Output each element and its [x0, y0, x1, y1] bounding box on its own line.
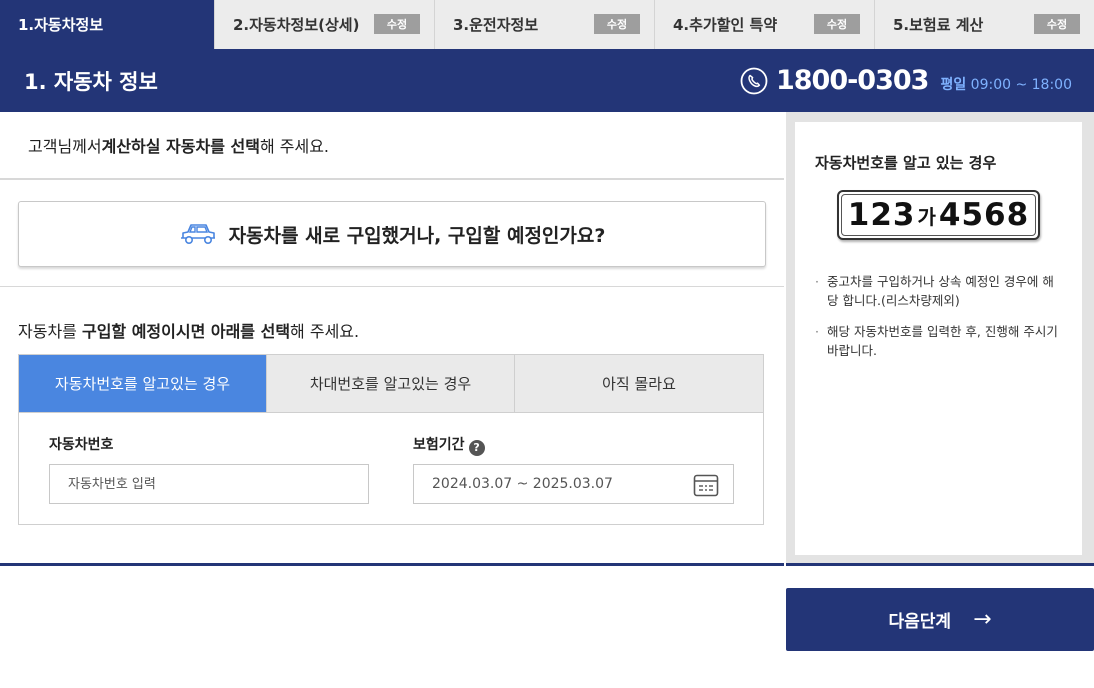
- note-item: 중고차를 구입하거나 상속 예정인 경우에 해당 합니다.(리스차량제외): [815, 272, 1065, 310]
- car-icon: [180, 224, 215, 245]
- plate-form: 자동차번호 보험기간? 2024.03.07 ~ 2025.03.07: [18, 413, 764, 525]
- plate-number-field[interactable]: [49, 464, 369, 504]
- side-panel: 자동차번호를 알고 있는 경우 123가4568 중고차를 구입하거나 상속 예…: [786, 112, 1094, 566]
- contact-info: 1800-0303 평일 09:00 ~ 18:00: [740, 49, 1072, 112]
- new-car-area: 자동차를 새로 구입했거나, 구입할 예정인가요?: [0, 180, 784, 287]
- edit-badge[interactable]: 수정: [814, 14, 860, 34]
- hours-prefix: 평일: [940, 76, 967, 93]
- select-prompt-post: 해 주세요.: [290, 322, 360, 341]
- select-prompt-pre: 자동차를: [18, 322, 82, 341]
- side-panel-title: 자동차번호를 알고 있는 경우: [815, 154, 997, 172]
- phone-icon: [740, 67, 768, 94]
- next-step-button[interactable]: 다음단계 →: [786, 588, 1094, 651]
- step-tab-label: 5.보험료 계산: [893, 16, 984, 34]
- intro-bold: 계산하실 자동차를 선택: [101, 137, 260, 156]
- step-tab-label: 1.자동차정보: [18, 16, 104, 34]
- select-prompt-bold: 구입할 예정이시면 아래를 선택: [81, 322, 291, 341]
- tab-unknown[interactable]: 아직 몰라요: [515, 355, 763, 412]
- option-tabs: 자동차번호를 알고있는 경우 차대번호를 알고있는 경우 아직 몰라요: [18, 354, 764, 413]
- step-tab-3[interactable]: 3.운전자정보 수정: [435, 0, 655, 49]
- tab-know-plate-number[interactable]: 자동차번호를 알고있는 경우: [19, 355, 267, 412]
- edit-badge[interactable]: 수정: [594, 14, 640, 34]
- new-car-button-label: 자동차를 새로 구입했거나, 구입할 예정인가요?: [228, 224, 606, 247]
- step-tab-2[interactable]: 2.자동차정보(상세) 수정: [215, 0, 435, 49]
- intro-pre: 고객님께서: [28, 137, 102, 156]
- insurance-period-field[interactable]: 2024.03.07 ~ 2025.03.07: [413, 464, 734, 504]
- tab-know-vin[interactable]: 차대번호를 알고있는 경우: [267, 355, 515, 412]
- plate-num-2: 4568: [938, 197, 1030, 233]
- next-step-label: 다음단계: [888, 612, 952, 632]
- step-tab-label: 2.자동차정보(상세): [233, 16, 360, 34]
- note-item: 해당 자동차번호를 입력한 후, 진행해 주시기 바랍니다.: [815, 322, 1065, 360]
- calendar-icon[interactable]: [693, 473, 719, 497]
- plate-num-1: 123: [847, 197, 916, 233]
- step-tab-4[interactable]: 4.추가할인 특약 수정: [655, 0, 875, 49]
- license-plate-example: 123 가 4568: [837, 190, 1040, 240]
- intro-post: 해 주세요.: [259, 137, 330, 156]
- step-tabs: 1.자동차정보 2.자동차정보(상세) 수정 3.운전자정보 수정 4.추가할인…: [0, 0, 1094, 49]
- business-hours: 평일 09:00 ~ 18:00: [940, 74, 1072, 94]
- plate-number-input[interactable]: [68, 476, 368, 492]
- edit-badge[interactable]: 수정: [374, 14, 420, 34]
- license-plate-text: 123 가 4568: [841, 194, 1036, 236]
- help-icon[interactable]: ?: [468, 439, 485, 456]
- insurance-period-label-text: 보험기간: [413, 437, 465, 453]
- page-title: 1. 자동차 정보: [24, 69, 158, 94]
- insurance-period-value: 2024.03.07 ~ 2025.03.07: [432, 476, 613, 492]
- side-notes: 중고차를 구입하거나 상속 예정인 경우에 해당 합니다.(리스차량제외) 해당…: [815, 272, 1065, 372]
- step-tab-5[interactable]: 5.보험료 계산 수정: [875, 0, 1094, 49]
- intro-text: 고객님께서 계산하실 자동차를 선택 해 주세요.: [0, 112, 784, 180]
- new-car-button[interactable]: 자동차를 새로 구입했거나, 구입할 예정인가요?: [18, 201, 766, 267]
- side-panel-card: 자동차번호를 알고 있는 경우 123가4568 중고차를 구입하거나 상속 예…: [795, 122, 1082, 555]
- arrow-right-icon: →: [973, 607, 992, 632]
- plate-number-label: 자동차번호: [49, 437, 114, 453]
- select-prompt: 자동차를 구입할 예정이시면 아래를 선택해 주세요.: [18, 318, 359, 342]
- step-tab-label: 4.추가할인 특약: [673, 16, 778, 34]
- step-tab-1[interactable]: 1.자동차정보: [0, 0, 215, 49]
- plate-kor: 가: [917, 204, 937, 229]
- main-content: 고객님께서 계산하실 자동차를 선택 해 주세요. 자동차를 새로 구입했거나, …: [0, 112, 784, 566]
- phone-number: 1800-0303: [775, 65, 929, 96]
- hours-value: 09:00 ~ 18:00: [970, 76, 1072, 93]
- insurance-period-label: 보험기간?: [413, 434, 485, 456]
- section-header: 1. 자동차 정보 1800-0303 평일 09:00 ~ 18:00: [0, 49, 1094, 112]
- step-tab-label: 3.운전자정보: [453, 16, 539, 34]
- edit-badge[interactable]: 수정: [1034, 14, 1080, 34]
